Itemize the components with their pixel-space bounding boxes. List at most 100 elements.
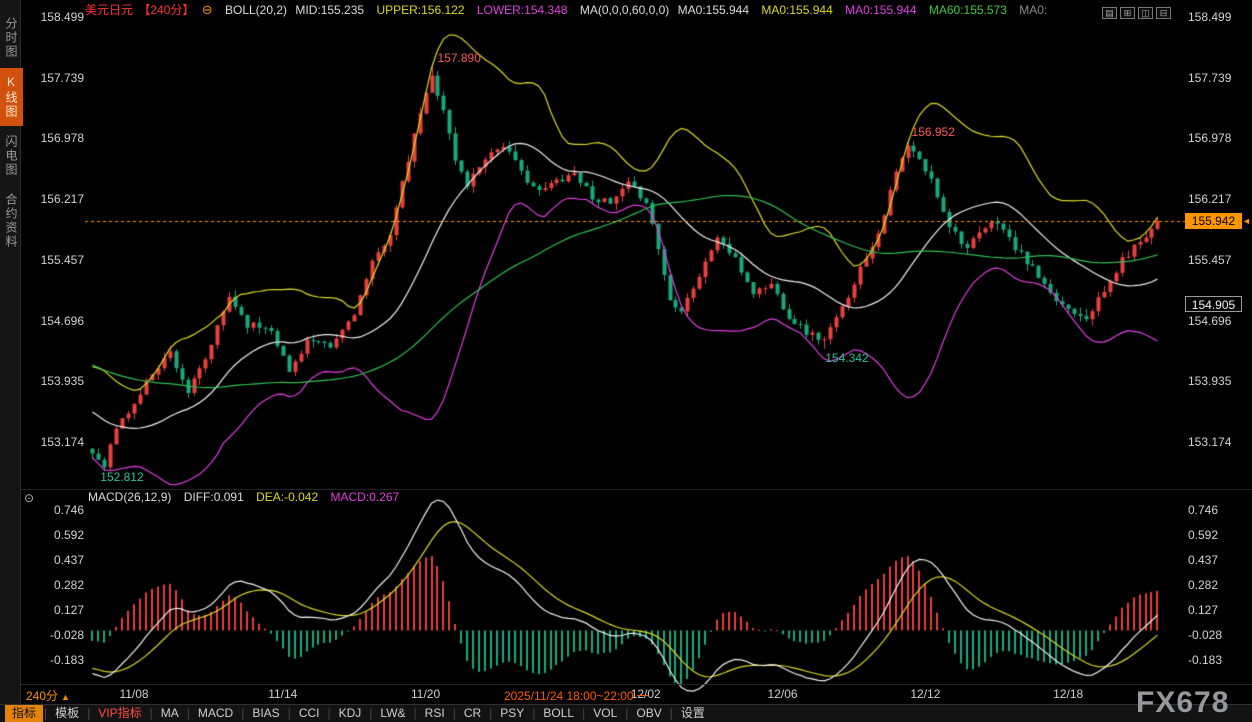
sidebar-item-3[interactable]: 闪电图 [0,128,23,184]
macd-diff-value: DIFF:0.091 [184,490,244,504]
period-label: 【240分】 [138,3,194,17]
toolbar-item-VIP指标[interactable]: VIP指标 [91,705,148,722]
price-tick: 156.978 [28,131,84,145]
annotation-low-1: 152.812 [100,470,143,484]
sidebar: 分时图K线图闪电图合约资料 [0,0,21,722]
price-tick: 0.746 [1188,503,1248,517]
toolbar-separator: | [87,706,90,720]
price-tick: 153.935 [1188,374,1248,388]
price-tick: 153.935 [28,374,84,388]
toolbar-item-指标[interactable]: 指标 [5,705,43,722]
layout-split-icon[interactable]: ◫ [1138,7,1153,19]
annotation-low-2: 154.342 [825,351,868,365]
layout-grid-icon[interactable]: ⊞ [1120,7,1135,19]
indicator-toolbar: 指标|模板|VIP指标|MA|MACD|BIAS|CCI|KDJ|LW&|RSI… [0,704,1252,722]
toolbar-item-PSY[interactable]: PSY [493,705,531,722]
macd-macd-value: MACD:0.267 [330,490,399,504]
toolbar-separator: | [532,706,535,720]
toolbar-separator: | [670,706,673,720]
price-tick: 158.499 [28,10,84,24]
axis-marker-icon: ◄ [1242,216,1251,226]
macd-label: MACD(26,12,9) [88,490,171,504]
price-tick: -0.028 [1188,628,1248,642]
boll-lower-value: LOWER:154.348 [477,3,568,17]
toolbar-separator: | [241,706,244,720]
axis-separator [21,684,1252,685]
price-tick: 0.592 [1188,528,1248,542]
price-tick: 0.127 [1188,603,1248,617]
toolbar-item-RSI[interactable]: RSI [418,705,452,722]
toolbar-item-设置[interactable]: 设置 [674,705,712,722]
price-tick: 156.978 [1188,131,1248,145]
price-tick: 154.696 [1188,314,1248,328]
price-tick: 157.739 [1188,71,1248,85]
toolbar-separator: | [44,706,47,720]
toolbar-item-VOL[interactable]: VOL [586,705,624,722]
toolbar-item-MACD[interactable]: MACD [191,705,240,722]
price-tick: 0.282 [28,578,84,592]
price-tick: 156.217 [28,192,84,206]
ma0-value-1: MA0:155.944 [678,3,749,17]
symbol-label: 美元日元 [85,3,133,17]
layout-single-icon[interactable]: ▤ [1102,7,1117,19]
toolbar-item-模板[interactable]: 模板 [48,705,86,722]
annotation-high-2: 156.952 [912,125,955,139]
price-tick: 157.739 [28,71,84,85]
toolbar-separator: | [453,706,456,720]
period-selector[interactable]: 240分▲ [26,687,70,704]
layout-add-icon[interactable]: ⊟ [1156,7,1171,19]
toolbar-separator: | [150,706,153,720]
layout-toggle-icons: ▤⊞◫⊟ [1102,3,1174,21]
price-tick: 0.127 [28,603,84,617]
indicator-cycle-icon[interactable]: ⊙ [24,491,34,505]
period-selector-label: 240分 [26,689,58,703]
price-tick: 156.217 [1188,192,1248,206]
toolbar-separator: | [288,706,291,720]
ma0-value-3: MA0:155.944 [845,3,916,17]
trading-terminal: 分时图K线图闪电图合约资料 美元日元 【240分】 ⊖ BOLL(20,2) M… [0,0,1252,722]
time-tick: 12/06 [768,687,798,701]
ma0-value-4: MA0: [1019,3,1047,17]
price-tick: 158.499 [1188,10,1248,24]
time-tick: 11/20 [411,687,440,701]
toolbar-item-KDJ[interactable]: KDJ [332,705,369,722]
sidebar-item-2[interactable]: K线图 [0,68,23,126]
selected-candle-time: 2025/11/24 18:00~22:00 一 [504,687,649,704]
price-tick: 0.282 [1188,578,1248,592]
toolbar-separator: | [369,706,372,720]
toolbar-separator: | [625,706,628,720]
annotation-high-1: 157.890 [438,51,481,65]
watermark: FX678 [1136,686,1229,720]
price-tick: -0.183 [28,653,84,667]
time-tick: 11/14 [268,687,297,701]
price-tick: 0.437 [28,553,84,567]
sidebar-item-4[interactable]: 合约资料 [0,186,23,256]
price-marker-tag: 154.905 [1185,296,1242,312]
boll-upper-value: UPPER:156.122 [376,3,464,17]
toolbar-item-BIAS[interactable]: BIAS [245,705,286,722]
price-tick: -0.028 [28,628,84,642]
ma0-value-2: MA0:155.944 [761,3,832,17]
price-tick: 0.746 [28,503,84,517]
toolbar-item-CR[interactable]: CR [457,705,488,722]
toolbar-item-OBV[interactable]: OBV [629,705,668,722]
price-tick: 0.592 [28,528,84,542]
toolbar-item-BOLL[interactable]: BOLL [536,705,581,722]
price-tick: 155.457 [28,253,84,267]
last-price-tag: 155.942 [1185,213,1242,229]
price-tick: 0.437 [1188,553,1248,567]
toolbar-separator: | [489,706,492,720]
collapse-icon[interactable]: ⊖ [202,2,213,17]
price-tick: 154.696 [28,314,84,328]
boll-mid-value: MID:155.235 [295,3,364,17]
candlestick-chart-canvas[interactable] [85,0,1185,700]
sidebar-item-1[interactable]: 分时图 [0,10,23,66]
boll-label: BOLL(20,2) [225,3,287,17]
ma60-value: MA60:155.573 [929,3,1007,17]
toolbar-item-MA[interactable]: MA [154,705,186,722]
toolbar-item-CCI[interactable]: CCI [292,705,327,722]
price-tick: 153.174 [1188,435,1248,449]
toolbar-item-LW&[interactable]: LW& [373,705,412,722]
macd-header: MACD(26,12,9) DIFF:0.091 DEA:-0.042 MACD… [88,490,408,505]
time-tick: 12/12 [910,687,940,701]
